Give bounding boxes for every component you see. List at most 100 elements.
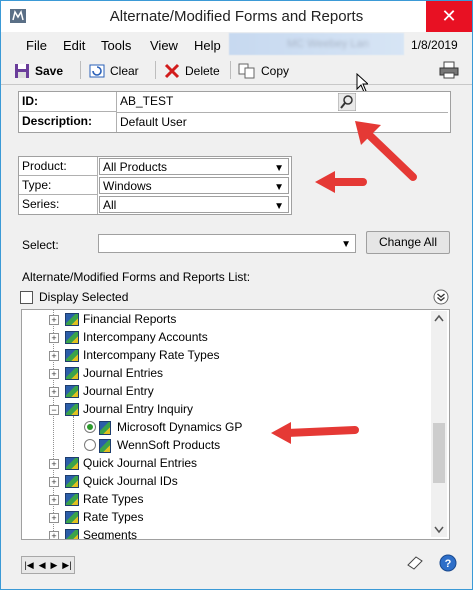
scroll-thumb[interactable]: [433, 423, 445, 483]
expand-icon[interactable]: +: [49, 315, 59, 325]
display-selected-label: Display Selected: [39, 290, 129, 304]
type-dropdown[interactable]: Windows ▼: [99, 177, 289, 194]
folder-icon: [65, 475, 79, 488]
id-label: ID:: [19, 92, 117, 112]
annotation-arrow: [315, 171, 367, 193]
tree-row[interactable]: + Rate Types: [22, 490, 432, 508]
tree-row-label: Journal Entry Inquiry: [83, 402, 194, 416]
tree-row[interactable]: + Journal Entry: [22, 382, 432, 400]
save-icon: [15, 63, 29, 78]
chevron-down-icon: ▼: [341, 239, 351, 250]
tree-row[interactable]: + Intercompany Rate Types: [22, 346, 432, 364]
expand-icon[interactable]: +: [49, 351, 59, 361]
expand-icon[interactable]: +: [49, 387, 59, 397]
folder-icon: [65, 511, 79, 524]
change-all-button[interactable]: Change All: [366, 231, 450, 254]
toolbar: Save Clear Delete Copy: [1, 57, 472, 85]
tree-row-label: Microsoft Dynamics GP: [117, 420, 243, 434]
scroll-up-icon[interactable]: [434, 314, 444, 322]
radio-selected[interactable]: [84, 421, 96, 433]
tree-row[interactable]: − Journal Entry Inquiry: [22, 400, 432, 418]
series-dropdown[interactable]: All ▼: [99, 196, 289, 213]
help-icon[interactable]: ?: [439, 554, 457, 572]
folder-icon: [65, 313, 79, 326]
tree-row[interactable]: + Rate Types: [22, 508, 432, 526]
expand-icon[interactable]: +: [49, 477, 59, 487]
clear-icon: [89, 64, 105, 77]
series-value: All: [103, 198, 117, 212]
chevron-down-icon: ▼: [274, 201, 284, 212]
last-record-icon[interactable]: ▶|: [62, 560, 71, 571]
user-info-blurred: MC Weebey Lan: [229, 33, 404, 55]
lookup-icon[interactable]: [338, 93, 356, 111]
tree-row-label: Quick Journal IDs: [83, 474, 178, 488]
copy-label: Copy: [261, 63, 290, 78]
tree-row[interactable]: + Quick Journal Entries: [22, 454, 432, 472]
expand-icon[interactable]: +: [49, 459, 59, 469]
menu-view[interactable]: View: [150, 38, 178, 53]
expand-icon[interactable]: +: [49, 369, 59, 379]
expand-icon[interactable]: +: [49, 495, 59, 505]
delete-button[interactable]: Delete: [164, 57, 220, 84]
id-field[interactable]: AB_TEST: [117, 93, 355, 111]
menu-date: 1/8/2019: [411, 38, 458, 52]
menu-help[interactable]: Help: [194, 38, 221, 53]
folder-icon: [65, 457, 79, 470]
tree-scrollbar[interactable]: [431, 311, 447, 537]
save-label: Save: [35, 63, 64, 78]
series-label: Series:: [19, 195, 98, 214]
copy-icon: [238, 63, 255, 78]
select-dropdown[interactable]: ▼: [98, 234, 356, 253]
chevron-down-icon: ▼: [274, 163, 284, 174]
record-navigation: |◀ ◀ ▶ ▶|: [21, 556, 75, 574]
menu-edit[interactable]: Edit: [63, 38, 85, 53]
blurred-text: MC Weebey Lan: [287, 38, 369, 50]
tree-row[interactable]: + Journal Entries: [22, 364, 432, 382]
description-label: Description:: [19, 112, 117, 132]
clear-button[interactable]: Clear: [89, 57, 139, 84]
tree-row-label: Journal Entries: [83, 366, 164, 380]
tree-row-label: Financial Reports: [83, 312, 177, 326]
chevron-down-icon: ▼: [274, 182, 284, 193]
expand-icon[interactable]: +: [49, 333, 59, 343]
tree-row[interactable]: + Financial Reports: [22, 310, 432, 328]
tree-row[interactable]: + Quick Journal IDs: [22, 472, 432, 490]
expand-icon[interactable]: +: [49, 531, 59, 539]
radio-unselected[interactable]: [84, 439, 96, 451]
printer-icon[interactable]: [439, 61, 459, 79]
save-button[interactable]: Save: [14, 57, 63, 84]
folder-icon: [65, 529, 79, 539]
expand-icon[interactable]: +: [49, 513, 59, 523]
product-dropdown[interactable]: All Products ▼: [99, 158, 289, 175]
delete-icon: [164, 63, 180, 78]
tree-row[interactable]: + Segments: [22, 526, 432, 540]
product-value: All Products: [103, 160, 168, 174]
next-record-icon[interactable]: ▶: [50, 560, 57, 571]
collapse-icon[interactable]: −: [49, 405, 59, 415]
title-bar: Alternate/Modified Forms and Reports ✕: [1, 1, 472, 32]
previous-record-icon[interactable]: ◀: [39, 560, 46, 571]
tree-row-label: Rate Types: [83, 492, 144, 506]
tree-row[interactable]: WennSoft Products: [22, 436, 432, 454]
tree-row[interactable]: Microsoft Dynamics GP: [22, 418, 432, 436]
tree-row-label: Rate Types: [83, 510, 144, 524]
svg-text:?: ?: [445, 558, 452, 570]
folder-icon: [65, 349, 79, 362]
display-selected-checkbox[interactable]: [20, 291, 33, 304]
copy-button[interactable]: Copy: [238, 57, 289, 84]
tree-row-label: Journal Entry: [83, 384, 154, 398]
expand-collapse-icon[interactable]: [433, 289, 449, 305]
type-value: Windows: [103, 179, 152, 193]
scroll-down-icon[interactable]: [434, 526, 444, 534]
menu-tools[interactable]: Tools: [101, 38, 131, 53]
first-record-icon[interactable]: |◀: [24, 560, 33, 571]
filter-panel: Product: Type: Series: All Products ▼ Win…: [18, 156, 292, 215]
note-icon[interactable]: [406, 555, 424, 571]
tree-row-label: Segments: [83, 528, 138, 540]
tree-row-label: Quick Journal Entries: [83, 456, 198, 470]
close-button[interactable]: ✕: [426, 1, 472, 32]
tree-row[interactable]: + Intercompany Accounts: [22, 328, 432, 346]
folder-icon: [65, 493, 79, 506]
menu-file[interactable]: File: [26, 38, 47, 53]
clear-label: Clear: [110, 63, 139, 78]
